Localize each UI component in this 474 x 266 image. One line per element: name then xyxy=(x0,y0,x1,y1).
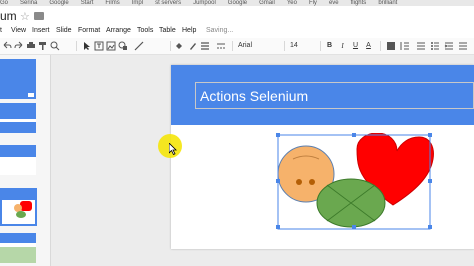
menu-insert[interactable]: Insert xyxy=(32,27,50,34)
undo-icon[interactable] xyxy=(2,41,12,51)
selection-handle xyxy=(276,225,280,229)
bold-icon[interactable]: B xyxy=(325,40,334,52)
text-color-icon[interactable]: A xyxy=(364,40,373,52)
indent-icon[interactable] xyxy=(444,41,454,51)
face-eye-left xyxy=(296,179,302,185)
menu-arrange[interactable]: Arrange xyxy=(106,27,131,34)
slide-thumbnail-2[interactable] xyxy=(0,103,36,133)
bullet-icon[interactable] xyxy=(430,41,440,51)
font-family-select[interactable]: Arial xyxy=(238,40,282,52)
toolbar: Arial 14 B I U A xyxy=(0,38,474,55)
font-size-select[interactable]: 14 xyxy=(290,40,310,52)
print-icon[interactable] xyxy=(26,41,36,51)
slide-header: Actions Selenium xyxy=(171,65,474,125)
italic-icon[interactable]: I xyxy=(338,40,347,52)
slide-thumbnail-5[interactable] xyxy=(0,233,36,263)
fill-color-icon[interactable] xyxy=(174,41,184,51)
save-status: Saving... xyxy=(206,27,234,34)
menu-view[interactable]: View xyxy=(11,27,26,34)
menu-tools[interactable]: Tools xyxy=(137,27,153,34)
menu-slide[interactable]: Slide xyxy=(56,27,72,34)
align-icon[interactable] xyxy=(386,41,396,51)
border-dash-icon[interactable] xyxy=(216,41,226,51)
document-title[interactable]: um xyxy=(0,9,17,23)
slide-canvas[interactable]: Actions Selenium xyxy=(171,65,474,249)
slide-thumbnail-4[interactable] xyxy=(0,188,37,226)
textbox-icon[interactable] xyxy=(94,41,104,51)
menu-table[interactable]: Table xyxy=(159,27,176,34)
selection-handle xyxy=(428,133,432,137)
title-bar: um ☆ xyxy=(0,6,474,26)
title-textbox[interactable]: Actions Selenium xyxy=(195,82,474,109)
selection-handle xyxy=(276,179,280,183)
list-icon[interactable] xyxy=(416,41,426,51)
selection-handle xyxy=(352,225,356,229)
drawing-group[interactable] xyxy=(275,133,435,233)
selection-handle xyxy=(428,179,432,183)
mouse-pointer-icon xyxy=(169,143,177,155)
selection-handle xyxy=(276,133,280,137)
slide-filmstrip xyxy=(0,55,51,266)
border-color-icon[interactable] xyxy=(188,41,198,51)
image-icon[interactable] xyxy=(106,41,116,51)
line-spacing-icon[interactable] xyxy=(400,41,410,51)
face-eye-right xyxy=(309,179,315,185)
menu-help[interactable]: Help xyxy=(182,27,196,34)
selection-handle xyxy=(428,225,432,229)
folder-icon[interactable] xyxy=(34,12,44,20)
select-icon[interactable] xyxy=(82,41,92,51)
selection-handle xyxy=(352,133,356,137)
slide-thumbnail-3[interactable] xyxy=(0,145,36,175)
zoom-icon[interactable] xyxy=(50,41,60,51)
more-icon[interactable] xyxy=(458,41,468,51)
border-weight-icon[interactable] xyxy=(200,41,210,51)
paint-format-icon[interactable] xyxy=(38,41,48,51)
shape-icon[interactable] xyxy=(118,41,128,51)
menu-format[interactable]: Format xyxy=(78,27,100,34)
menu-edit[interactable]: t xyxy=(0,27,2,34)
underline-icon[interactable]: U xyxy=(351,40,360,52)
slide-thumbnail-1[interactable] xyxy=(0,59,36,99)
redo-icon[interactable] xyxy=(14,41,24,51)
line-icon[interactable] xyxy=(134,41,144,51)
slide-title: Actions Selenium xyxy=(200,88,309,104)
star-icon[interactable]: ☆ xyxy=(20,10,30,23)
menu-bar: t View Insert Slide Format Arrange Tools… xyxy=(0,26,474,38)
